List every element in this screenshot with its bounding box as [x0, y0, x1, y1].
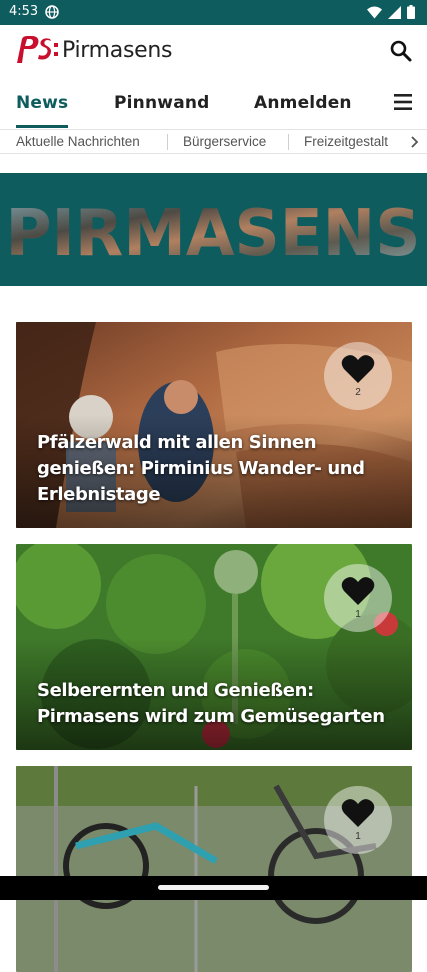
heart-icon	[341, 577, 375, 605]
status-time: 4:53	[9, 4, 39, 19]
category-divider	[288, 134, 289, 150]
article-title: Pfälzerwald mit allen Sinnen genießen: P…	[37, 432, 365, 505]
article-card[interactable]: 1	[16, 766, 412, 972]
ps-logo-icon	[17, 36, 58, 63]
main-tabs: News Pinnwand Anmelden	[0, 77, 427, 129]
battery-icon	[407, 5, 415, 19]
city-banner: PIRMASENS	[0, 173, 427, 286]
like-count: 1	[355, 831, 361, 842]
tab-news[interactable]: News	[16, 93, 68, 113]
search-icon[interactable]	[387, 37, 415, 65]
tab-pinnwand[interactable]: Pinnwand	[114, 93, 210, 113]
app-name: Pirmasens	[62, 37, 173, 63]
like-count: 1	[355, 609, 361, 620]
app-bar: Pirmasens	[0, 25, 427, 77]
signal-icon	[388, 5, 401, 19]
like-button[interactable]: 2	[324, 342, 392, 410]
category-divider	[167, 134, 168, 150]
like-button[interactable]: 1	[324, 564, 392, 632]
heart-icon	[341, 799, 375, 827]
wifi-icon	[367, 6, 382, 18]
like-button[interactable]: 1	[324, 786, 392, 854]
tab-anmelden[interactable]: Anmelden	[254, 93, 352, 113]
app-logo[interactable]: Pirmasens	[14, 33, 172, 67]
category-freizeitgestaltung[interactable]: Freizeitgestalt	[304, 134, 388, 149]
home-gesture-handle[interactable]	[158, 885, 269, 890]
banner-text: PIRMASENS	[6, 201, 421, 261]
status-bar: 4:53	[0, 0, 427, 25]
article-title: Selberernten und Genießen: Pirmasens wir…	[37, 680, 385, 727]
like-count: 2	[355, 387, 361, 398]
category-aktuelle-nachrichten[interactable]: Aktuelle Nachrichten	[16, 134, 140, 149]
category-scroll-right[interactable]	[399, 130, 427, 153]
heart-icon	[341, 355, 375, 383]
article-card[interactable]: Selberernten und Genießen: Pirmasens wir…	[16, 544, 412, 750]
active-tab-indicator	[16, 125, 68, 128]
article-card[interactable]: Pfälzerwald mit allen Sinnen genießen: P…	[16, 322, 412, 528]
category-buergerservice[interactable]: Bürgerservice	[183, 134, 266, 149]
menu-icon[interactable]	[393, 92, 415, 112]
category-bar: Aktuelle Nachrichten Bürgerservice Freiz…	[0, 129, 427, 154]
banner-wordmark: PIRMASENS	[6, 201, 421, 261]
system-navigation-bar	[0, 876, 427, 900]
globe-icon	[45, 5, 59, 19]
chevron-right-icon	[411, 136, 419, 148]
